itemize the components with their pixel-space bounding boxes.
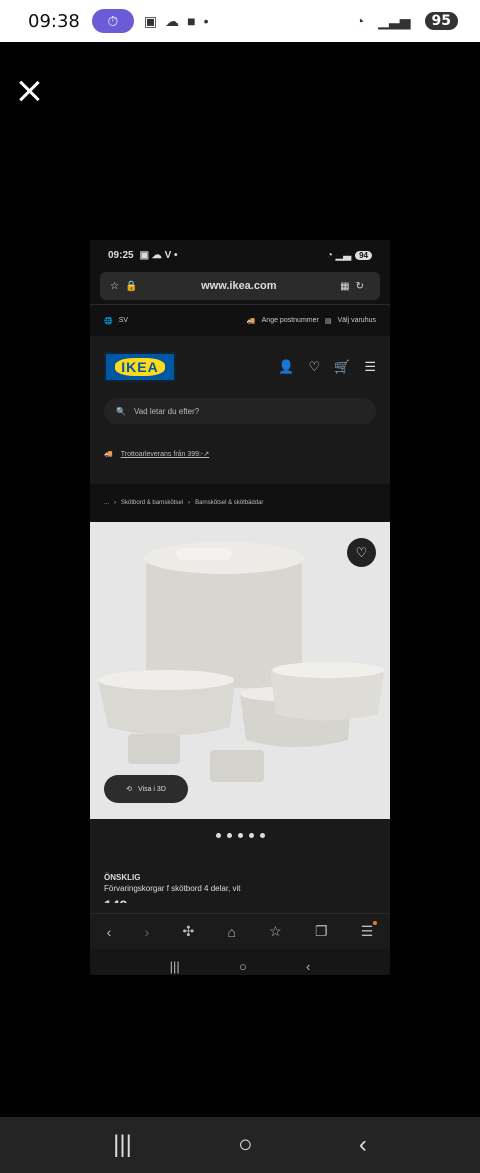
browser-nav-bar: ‹ › ✣ ⌂ ☆ ❐ ☰ [90,913,390,949]
product-description: Förvaringskorgar f skötbord 4 delar, vit [104,884,241,893]
breadcrumb-item[interactable]: ... [104,500,109,506]
reload-icon[interactable]: ↻ [356,281,364,292]
search-input[interactable]: 🔍 Vad letar du efter? [104,398,376,424]
address-bar[interactable]: ☆ 🔒 www.ikea.com ▦ ↻ [100,272,380,300]
wifi-icon: ◔ [355,13,365,29]
heart-icon[interactable]: ♡ [309,359,321,375]
home-button-icon[interactable]: ○ [238,1131,253,1159]
chevron-right-icon: › [188,500,191,506]
cart-icon[interactable]: 🛒 [334,359,350,375]
search-icon: 🔍 [116,406,126,416]
ikea-logo[interactable]: IKEA [104,352,176,382]
chevron-right-icon: › [114,500,117,506]
browser-toolbar: ☆ 🔒 www.ikea.com ▦ ↻ [90,270,390,304]
product-price: 149 [104,897,376,903]
status-bar: 09:38 ⏱ ▣ ☁ ■ • ◔ ▁▃▅ 95 [0,0,480,42]
favorite-heart-icon[interactable]: ♡ [347,538,376,567]
battery-indicator: 95 [424,12,458,30]
breadcrumb-item[interactable]: Skötbord & barnskötsel [121,500,183,506]
forward-icon[interactable]: › [145,924,150,940]
language-label[interactable]: SV [119,317,128,324]
site-header: IKEA 👤 ♡ 🛒 ☰ [90,336,390,398]
timer-icon: ⏱ [91,9,134,33]
dot-icon: • [203,13,209,29]
home-icon[interactable]: ⌂ [227,924,235,940]
carousel-dot[interactable] [248,832,254,838]
logo-text: IKEA [115,358,165,376]
delivery-truck-icon: 🚚 [104,451,113,458]
system-nav-bar: ||| ○ ‹ [0,1117,480,1173]
carousel-dot[interactable] [215,832,221,838]
ikea-topbar: 🌐 SV 🚚 Ange postnummer ▤ Välj varuhus [90,304,390,336]
inner-status-bar: 09:25 ▣ ☁ V • ◔ ▁▃ 94 [90,240,390,270]
screenshot-preview: 09:25 ▣ ☁ V • ◔ ▁▃ 94 ☆ 🔒 www.ikea.com ▦… [90,240,390,975]
inner-status-icons: ▣ ☁ V • [139,249,178,261]
url-text[interactable]: www.ikea.com [143,280,334,292]
product-brand: ÖNSKLIG [104,873,141,882]
browser-menu-icon[interactable]: ☰ [361,921,377,940]
signal-icon: ▁▃▅ [378,12,411,29]
tabs-icon[interactable]: ❐ [315,923,328,940]
bookmark-icon[interactable]: ☆ [269,923,282,940]
hamburger-menu-icon[interactable]: ☰ [364,359,376,375]
screenshot-icon: ▣ [143,12,158,29]
inner-clock: 09:25 [108,249,134,261]
inner-recents-icon: ||| [169,958,180,974]
bookmark-star-icon[interactable]: ☆ [110,281,119,292]
view-3d-button[interactable]: ⟲ Visa i 3D [104,775,188,803]
back-icon[interactable]: ‹ [107,924,112,940]
carousel-dot[interactable] [237,832,243,838]
carousel-dot[interactable] [226,832,232,838]
truck-icon: 🚚 [246,317,256,325]
lock-icon: 🔒 [124,280,138,292]
recents-icon[interactable]: ||| [113,1131,132,1159]
product-image[interactable]: ♡ ⟲ Visa i 3D [90,522,390,819]
cloud-icon: ☁ [165,12,180,29]
qr-icon[interactable]: ▦ [340,281,349,292]
bag-icon: ■ [187,13,196,29]
inner-back-icon: ‹ [306,958,311,974]
postcode-link[interactable]: Ange postnummer [262,317,319,324]
store-icon: ▤ [324,317,332,325]
breadcrumb-item[interactable]: Barnskötsel & skötbäddar [195,500,263,506]
product-info: ÖNSKLIG Förvaringskorgar f skötbord 4 de… [90,851,390,913]
inner-system-nav: ||| ○ ‹ [90,949,390,975]
user-icon[interactable]: 👤 [278,359,294,375]
delivery-banner: 🚚 Trottoarleverans från 399:-↗ [90,424,390,484]
back-button-icon[interactable]: ‹ [359,1131,367,1159]
pinwheel-icon[interactable]: ✣ [182,923,194,940]
delivery-link[interactable]: Trottoarleverans från 399:-↗ [121,450,209,458]
clock: 09:38 [28,10,80,32]
search-placeholder: Vad letar du efter? [133,406,200,416]
inner-signal-icon: ◔ ▁▃ [326,249,352,261]
carousel-dot[interactable] [259,832,265,838]
3d-rotate-icon: ⟲ [126,786,132,793]
inner-home-icon: ○ [238,958,247,974]
close-icon[interactable] [14,76,44,106]
view-3d-label: Visa i 3D [137,785,166,793]
store-link[interactable]: Välj varuhus [337,317,376,324]
globe-icon[interactable]: 🌐 [104,317,113,325]
carousel-dots[interactable] [90,819,390,851]
breadcrumb: ... › Skötbord & barnskötsel › Barnsköts… [90,484,390,522]
inner-battery: 94 [355,250,372,260]
